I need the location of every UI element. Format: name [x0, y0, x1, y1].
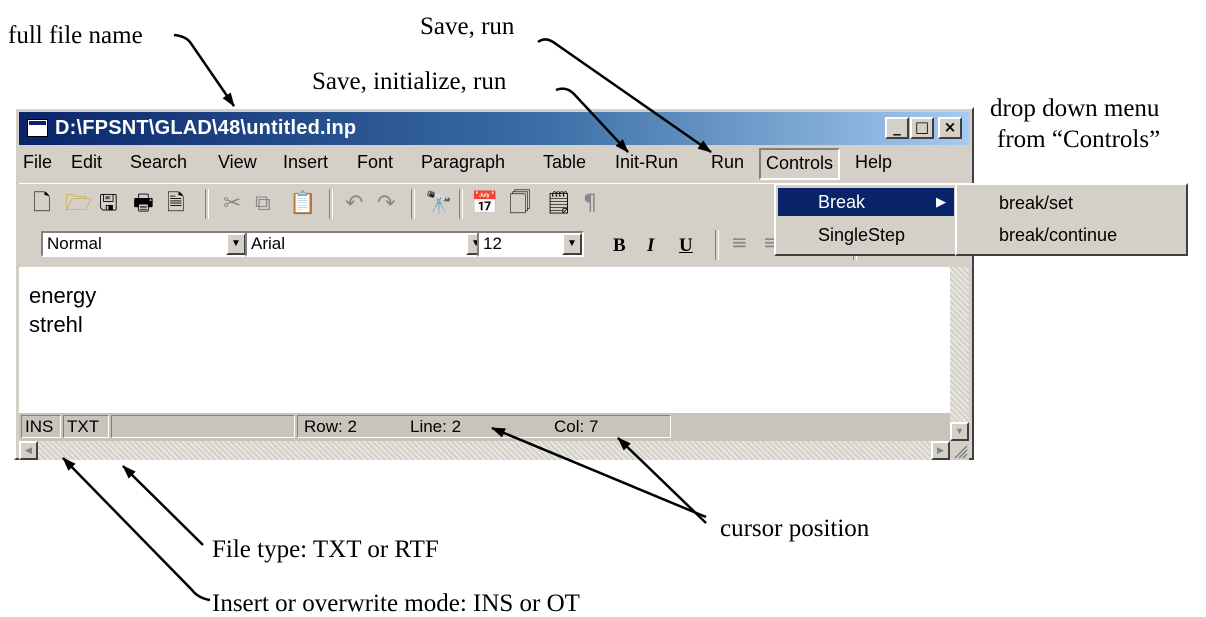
annotation-arrows	[62, 33, 712, 602]
arrow-save-init-run	[555, 87, 629, 153]
arrow-cursor-col	[617, 437, 707, 524]
arrow-save-run	[537, 38, 712, 154]
arrow-full-file-name	[173, 33, 236, 107]
arrow-cursor-row	[491, 426, 707, 519]
